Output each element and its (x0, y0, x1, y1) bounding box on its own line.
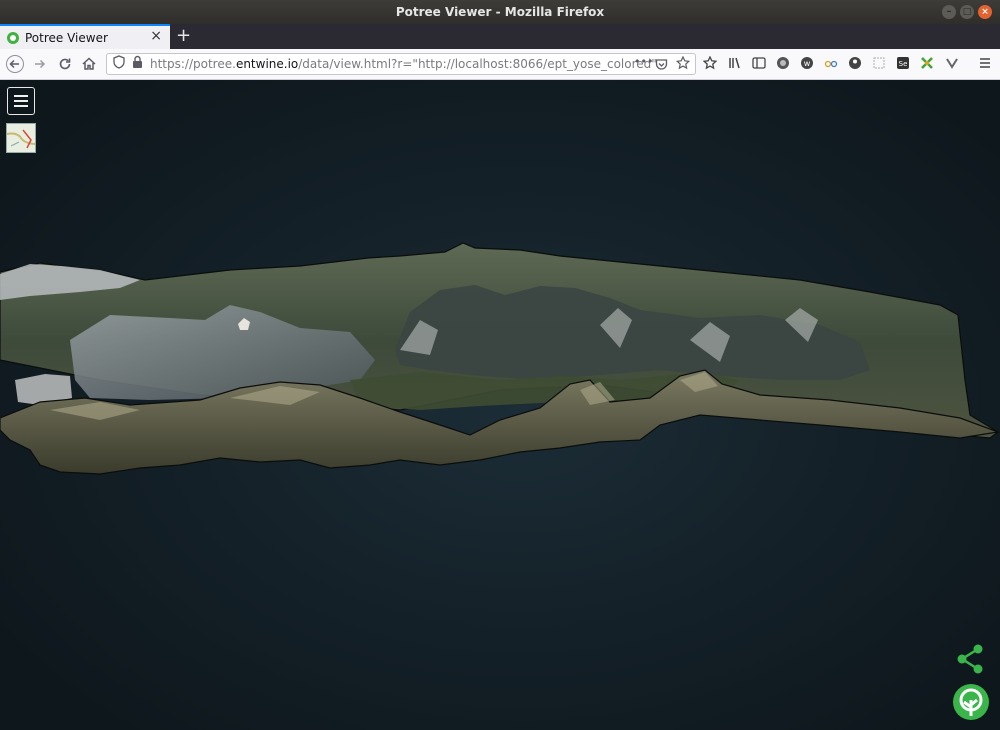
url-suffix: /data/view.html?r="http://localhost:8066… (298, 57, 657, 71)
hamburger-menu-icon[interactable] (978, 56, 992, 70)
forward-arrow-icon[interactable] (31, 55, 49, 73)
url-prefix: https://potree. (150, 57, 236, 71)
potree-3d-viewer[interactable] (0, 80, 1000, 730)
window-title: Potree Viewer - Mozilla Firefox (395, 5, 605, 19)
new-tab-button[interactable]: + (176, 25, 191, 46)
page-actions-menu-icon[interactable]: ••• (634, 52, 653, 72)
minimize-button[interactable]: – (942, 5, 956, 19)
tab-label: Potree Viewer (25, 30, 108, 45)
library-icon[interactable] (728, 56, 742, 70)
extension-w-icon[interactable]: w (800, 56, 814, 70)
bookmark-star-icon[interactable] (675, 55, 691, 76)
url-domain: entwine.io (235, 57, 299, 71)
url-bar[interactable]: https://potree.entwine.io/data/view.html… (106, 53, 696, 75)
window-controls: – □ × (942, 5, 992, 19)
extension-v-icon[interactable] (945, 56, 959, 70)
potree-logo-icon[interactable] (952, 683, 990, 721)
svg-text:w: w (804, 59, 811, 68)
account-icon[interactable] (848, 56, 862, 70)
navigation-toolbar: https://potree.entwine.io/data/view.html… (0, 49, 1000, 80)
pocket-icon[interactable] (655, 57, 668, 77)
sidebar-icon[interactable] (752, 56, 766, 70)
back-arrow-icon[interactable] (6, 55, 24, 73)
url-text: https://potree.entwine.io/data/view.html… (150, 54, 657, 74)
window-titlebar: Potree Viewer - Mozilla Firefox – □ × (0, 0, 1000, 24)
extension-puzzle-icon[interactable] (920, 56, 934, 70)
shield-icon[interactable] (113, 55, 125, 75)
maximize-button[interactable]: □ (960, 5, 974, 19)
extension-blank-icon[interactable] (872, 56, 886, 70)
point-cloud-render[interactable] (0, 80, 1000, 730)
svg-text:Se: Se (899, 60, 908, 68)
reload-icon[interactable] (56, 55, 74, 73)
home-icon[interactable] (80, 55, 98, 73)
extension-glasses-icon[interactable] (824, 56, 838, 70)
map-toggle-button[interactable] (6, 123, 36, 153)
map-thumbnail-icon (7, 124, 35, 152)
close-window-button[interactable]: × (978, 5, 992, 19)
starred-icon[interactable] (702, 55, 718, 70)
potree-favicon-icon (7, 31, 19, 44)
tab-close-icon[interactable]: × (150, 28, 162, 44)
tab-strip: Potree Viewer × + (0, 24, 1000, 49)
extension-se-icon[interactable]: Se (896, 56, 910, 70)
share-icon[interactable] (955, 643, 985, 675)
extension-globe-icon[interactable] (776, 56, 790, 70)
sidebar-menu-button[interactable] (7, 87, 35, 115)
lock-icon[interactable] (132, 55, 143, 75)
tab-potree-viewer[interactable]: Potree Viewer × (0, 24, 170, 49)
